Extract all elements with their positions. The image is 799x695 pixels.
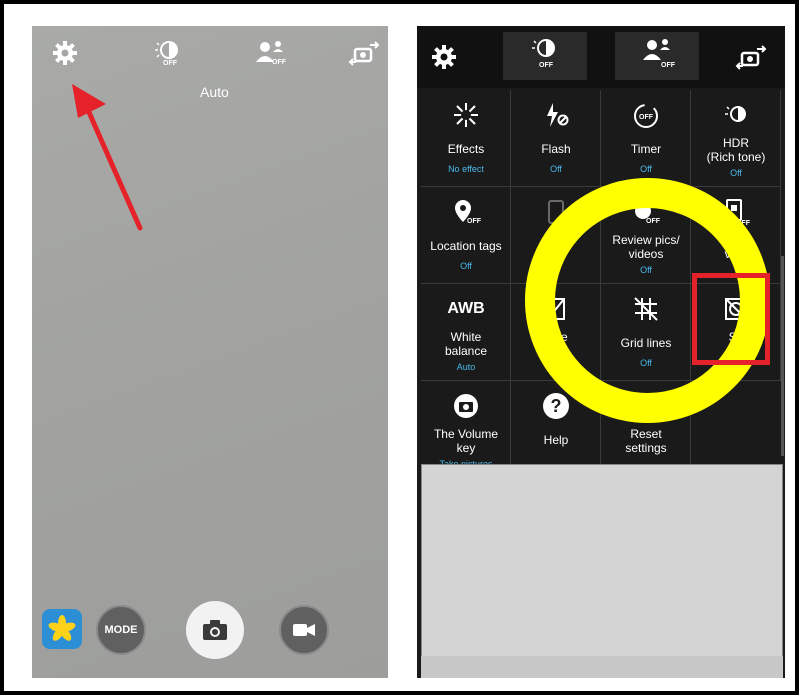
gear-icon[interactable] — [431, 44, 457, 70]
preview-area — [421, 464, 783, 676]
red-box-annotation — [692, 273, 770, 365]
switch-camera-icon[interactable] — [735, 44, 767, 70]
red-arrow-annotation — [72, 84, 143, 231]
settings-item[interactable]: AWB White balance Auto — [421, 284, 511, 381]
selfie-flash-icon[interactable]: OFF — [250, 38, 290, 70]
volume-key-icon — [421, 391, 511, 421]
gallery-icon[interactable] — [42, 609, 82, 649]
settings-item[interactable]: OFF Location tags Off — [421, 187, 511, 284]
settings-top-bar: OFF OFF — [417, 26, 785, 88]
mode-button[interactable]: MODE — [96, 605, 146, 655]
hdr-off-label: OFF — [163, 60, 177, 67]
settings-item-label: The Volume key — [433, 427, 499, 455]
hdr-off-label: OFF — [539, 62, 553, 69]
hdr-toggle[interactable]: OFF — [503, 32, 587, 80]
camera-bottom-bar: MODE — [32, 601, 388, 661]
awb-icon: AWB — [421, 294, 511, 324]
svg-text:?: ? — [551, 396, 562, 416]
selfie-off-label: OFF — [661, 62, 675, 69]
settings-item-label: Location tags — [430, 239, 502, 253]
shooting-mode-label: Auto — [200, 84, 229, 100]
selfie-off-label: OFF — [272, 59, 286, 66]
settings-item-label: Help — [543, 433, 569, 447]
settings-item-label: Reset settings — [625, 427, 667, 455]
video-record-icon[interactable] — [279, 605, 329, 655]
preview-strip — [421, 656, 783, 678]
mode-button-label: MODE — [104, 624, 138, 636]
settings-item[interactable]: Effects No effect — [421, 90, 511, 187]
flash-off-icon — [511, 100, 601, 130]
settings-item-label: Effects — [447, 142, 485, 156]
svg-text:OFF: OFF — [467, 218, 481, 225]
settings-item-value: No effect — [448, 164, 484, 174]
settings-item-label: Timer — [630, 142, 662, 156]
settings-item-value: Off — [550, 164, 562, 174]
selfie-flash-toggle[interactable]: OFF — [615, 32, 699, 80]
settings-item[interactable]: HDR (Rich tone) Off — [691, 90, 781, 187]
settings-item[interactable]: OFF Timer Off — [601, 90, 691, 187]
timer-off-icon: OFF — [601, 100, 691, 130]
settings-item-value: Off — [730, 168, 742, 178]
location-tag-icon: OFF — [421, 197, 511, 227]
settings-item[interactable]: Flash Off — [511, 90, 601, 187]
hdr-icon — [691, 100, 781, 130]
settings-item-value: Off — [460, 261, 472, 271]
settings-scrollbar[interactable] — [781, 256, 784, 456]
effects-icon — [421, 100, 511, 130]
settings-item-label: White balance — [444, 330, 488, 358]
settings-item-value: Off — [640, 164, 652, 174]
settings-item-value: Auto — [456, 362, 476, 372]
gear-icon[interactable] — [52, 40, 78, 66]
switch-camera-icon[interactable] — [348, 40, 380, 66]
awb-icon-text: AWB — [447, 300, 485, 317]
settings-item-label: HDR (Rich tone) — [706, 136, 766, 164]
camera-shutter-icon[interactable] — [186, 601, 244, 659]
settings-item-label: Flash — [541, 142, 571, 156]
hdr-icon[interactable]: OFF — [150, 38, 186, 70]
svg-text:OFF: OFF — [639, 114, 654, 121]
